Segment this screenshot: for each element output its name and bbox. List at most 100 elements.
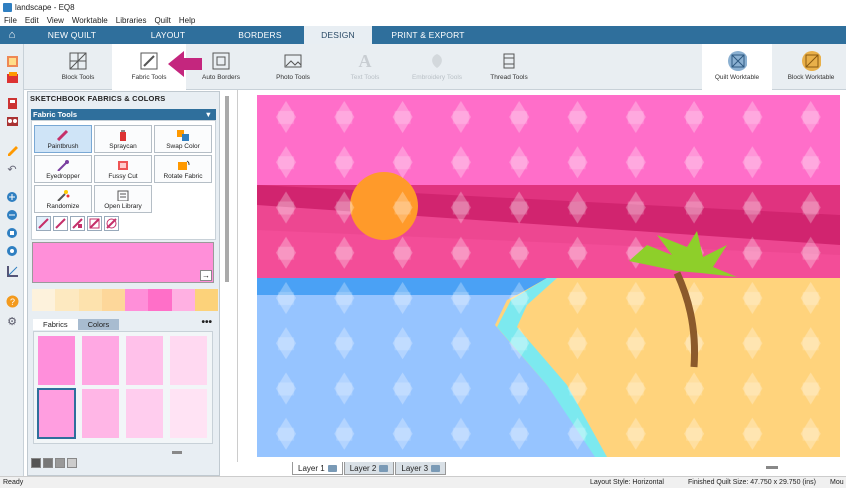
menu-edit[interactable]: Edit	[25, 16, 39, 25]
layer-1-icon	[327, 464, 337, 472]
open-project-icon[interactable]	[4, 70, 20, 84]
brush-mode-4-icon[interactable]	[87, 216, 102, 231]
paintbrush-icon	[56, 129, 69, 141]
auto-borders-label: Auto Borders	[202, 74, 240, 81]
photo-tools-button[interactable]: Photo Tools	[264, 44, 322, 90]
quilt-design[interactable]	[257, 95, 840, 457]
help-icon[interactable]: ?	[4, 294, 20, 308]
menu-libraries[interactable]: Libraries	[116, 16, 147, 25]
settings-gear-icon[interactable]: ⚙	[4, 314, 20, 328]
color-swatch[interactable]	[82, 336, 119, 385]
add-to-sketchbook-icon[interactable]	[4, 96, 20, 110]
zoom-out-icon[interactable]	[4, 208, 20, 222]
canvas-scroll-indicator[interactable]	[766, 466, 778, 469]
menu-file[interactable]: File	[4, 16, 17, 25]
eyedropper-button[interactable]: Eyedropper	[34, 155, 92, 183]
fussy-cut-button[interactable]: Fussy Cut	[94, 155, 152, 183]
color-swatch[interactable]	[126, 389, 163, 438]
spraycan-button[interactable]: Spraycan	[94, 125, 152, 153]
rotate-fabric-button[interactable]: Rotate Fabric	[154, 155, 212, 183]
thread-tools-button[interactable]: Thread Tools	[480, 44, 538, 90]
recent-swatch[interactable]	[101, 289, 125, 311]
tab-layout[interactable]: LAYOUT	[120, 26, 216, 44]
tab-layer-1[interactable]: Layer 1	[292, 462, 343, 475]
tab-colors[interactable]: Colors	[77, 319, 120, 330]
tab-layer-3[interactable]: Layer 3	[395, 462, 447, 475]
recent-swatch[interactable]	[32, 289, 56, 311]
status-mouse: Mou	[830, 479, 844, 486]
panel-splitter[interactable]	[225, 96, 229, 282]
embroidery-tools-icon	[427, 52, 447, 70]
swatch-size-large[interactable]	[31, 458, 41, 468]
recent-swatch[interactable]	[148, 289, 172, 311]
recent-swatch[interactable]	[125, 289, 149, 311]
sketchbook-fabrics-panel: SKETCHBOOK FABRICS & COLORS Fabric Tools…	[27, 91, 220, 476]
block-tools-icon	[68, 52, 88, 70]
swap-color-button[interactable]: Swap Color	[154, 125, 212, 153]
status-layout-style: Layout Style: Horizontal	[590, 479, 664, 486]
block-worktable-button[interactable]: Block Worktable	[776, 44, 846, 90]
color-swatch[interactable]	[37, 388, 76, 439]
paintbrush-button[interactable]: Paintbrush	[34, 125, 92, 153]
fit-to-worktable-icon[interactable]	[4, 226, 20, 240]
fabric-tools-label: Fabric Tools	[131, 74, 167, 81]
tab-print-export[interactable]: PRINT & EXPORT	[372, 26, 484, 44]
brush-mode-2-icon[interactable]	[53, 216, 68, 231]
open-library-icon	[117, 190, 129, 201]
pencil-icon[interactable]	[4, 142, 20, 156]
recent-swatch[interactable]	[55, 289, 79, 311]
color-swatch[interactable]	[38, 336, 75, 385]
rotate-fabric-label: Rotate Fabric	[163, 173, 203, 180]
tab-new-quilt[interactable]: NEW QUILT	[24, 26, 120, 44]
swatch-size-tiny[interactable]	[67, 458, 77, 468]
more-options-icon[interactable]: •••	[201, 317, 212, 328]
menu-help[interactable]: Help	[179, 16, 195, 25]
fabrics-colors-tabs: Fabrics Colors	[33, 319, 120, 330]
block-tools-button[interactable]: Block Tools	[52, 44, 104, 90]
undo-icon[interactable]: ↶	[4, 162, 20, 176]
eyedropper-icon	[57, 160, 69, 171]
status-ready: Ready	[3, 479, 24, 486]
color-swatch[interactable]	[170, 389, 207, 438]
randomize-icon	[57, 190, 70, 201]
menu-worktable[interactable]: Worktable	[72, 16, 108, 25]
brush-mode-1-icon[interactable]	[36, 216, 51, 231]
brush-mode-3-icon[interactable]	[70, 216, 85, 231]
brush-mode-5-icon[interactable]	[104, 216, 119, 231]
color-swatch[interactable]	[170, 336, 207, 385]
zoom-in-icon[interactable]	[4, 190, 20, 204]
tab-borders[interactable]: BORDERS	[216, 26, 304, 44]
sketchbook-icon[interactable]	[4, 114, 20, 128]
fabric-tools-header-label: Fabric Tools	[33, 110, 78, 119]
rulers-icon[interactable]	[4, 264, 20, 278]
panel-scroll-indicator[interactable]	[172, 451, 182, 454]
quilt-landscape[interactable]	[257, 95, 840, 457]
tab-layer-2[interactable]: Layer 2	[343, 462, 395, 475]
menu-quilt[interactable]: Quilt	[154, 16, 170, 25]
home-icon[interactable]: ⌂	[0, 26, 24, 44]
open-library-button[interactable]: Open Library	[94, 185, 152, 213]
recent-swatch[interactable]	[171, 289, 195, 311]
tab-fabrics[interactable]: Fabrics	[33, 319, 78, 330]
swatch-size-small[interactable]	[55, 458, 65, 468]
color-swatch[interactable]	[126, 336, 163, 385]
text-tools-button[interactable]: A Text Tools	[336, 44, 394, 90]
recent-swatch[interactable]	[194, 289, 218, 311]
randomize-button[interactable]: Randomize	[34, 185, 92, 213]
status-quilt-size: Finished Quilt Size: 47.750 x 29.750 (in…	[688, 479, 817, 486]
fabric-tools-header[interactable]: Fabric Tools ▼	[31, 109, 216, 120]
tab-design[interactable]: DESIGN	[304, 26, 372, 44]
new-project-icon[interactable]	[4, 54, 20, 68]
recent-swatch[interactable]	[78, 289, 102, 311]
embroidery-tools-button[interactable]: Embroidery Tools	[406, 44, 468, 90]
layer-1-label: Layer 1	[298, 463, 325, 473]
quilt-worktable-button[interactable]: Quilt Worktable	[702, 44, 772, 90]
title-bar: landscape - EQ8	[0, 0, 846, 14]
swatch-size-medium[interactable]	[43, 458, 53, 468]
selected-color-preview: →	[32, 242, 214, 283]
color-swatch[interactable]	[82, 389, 119, 438]
refresh-screen-icon[interactable]	[4, 244, 20, 258]
menu-view[interactable]: View	[47, 16, 64, 25]
arrow-right-icon[interactable]: →	[200, 270, 212, 281]
recent-swatch-row	[32, 289, 218, 311]
